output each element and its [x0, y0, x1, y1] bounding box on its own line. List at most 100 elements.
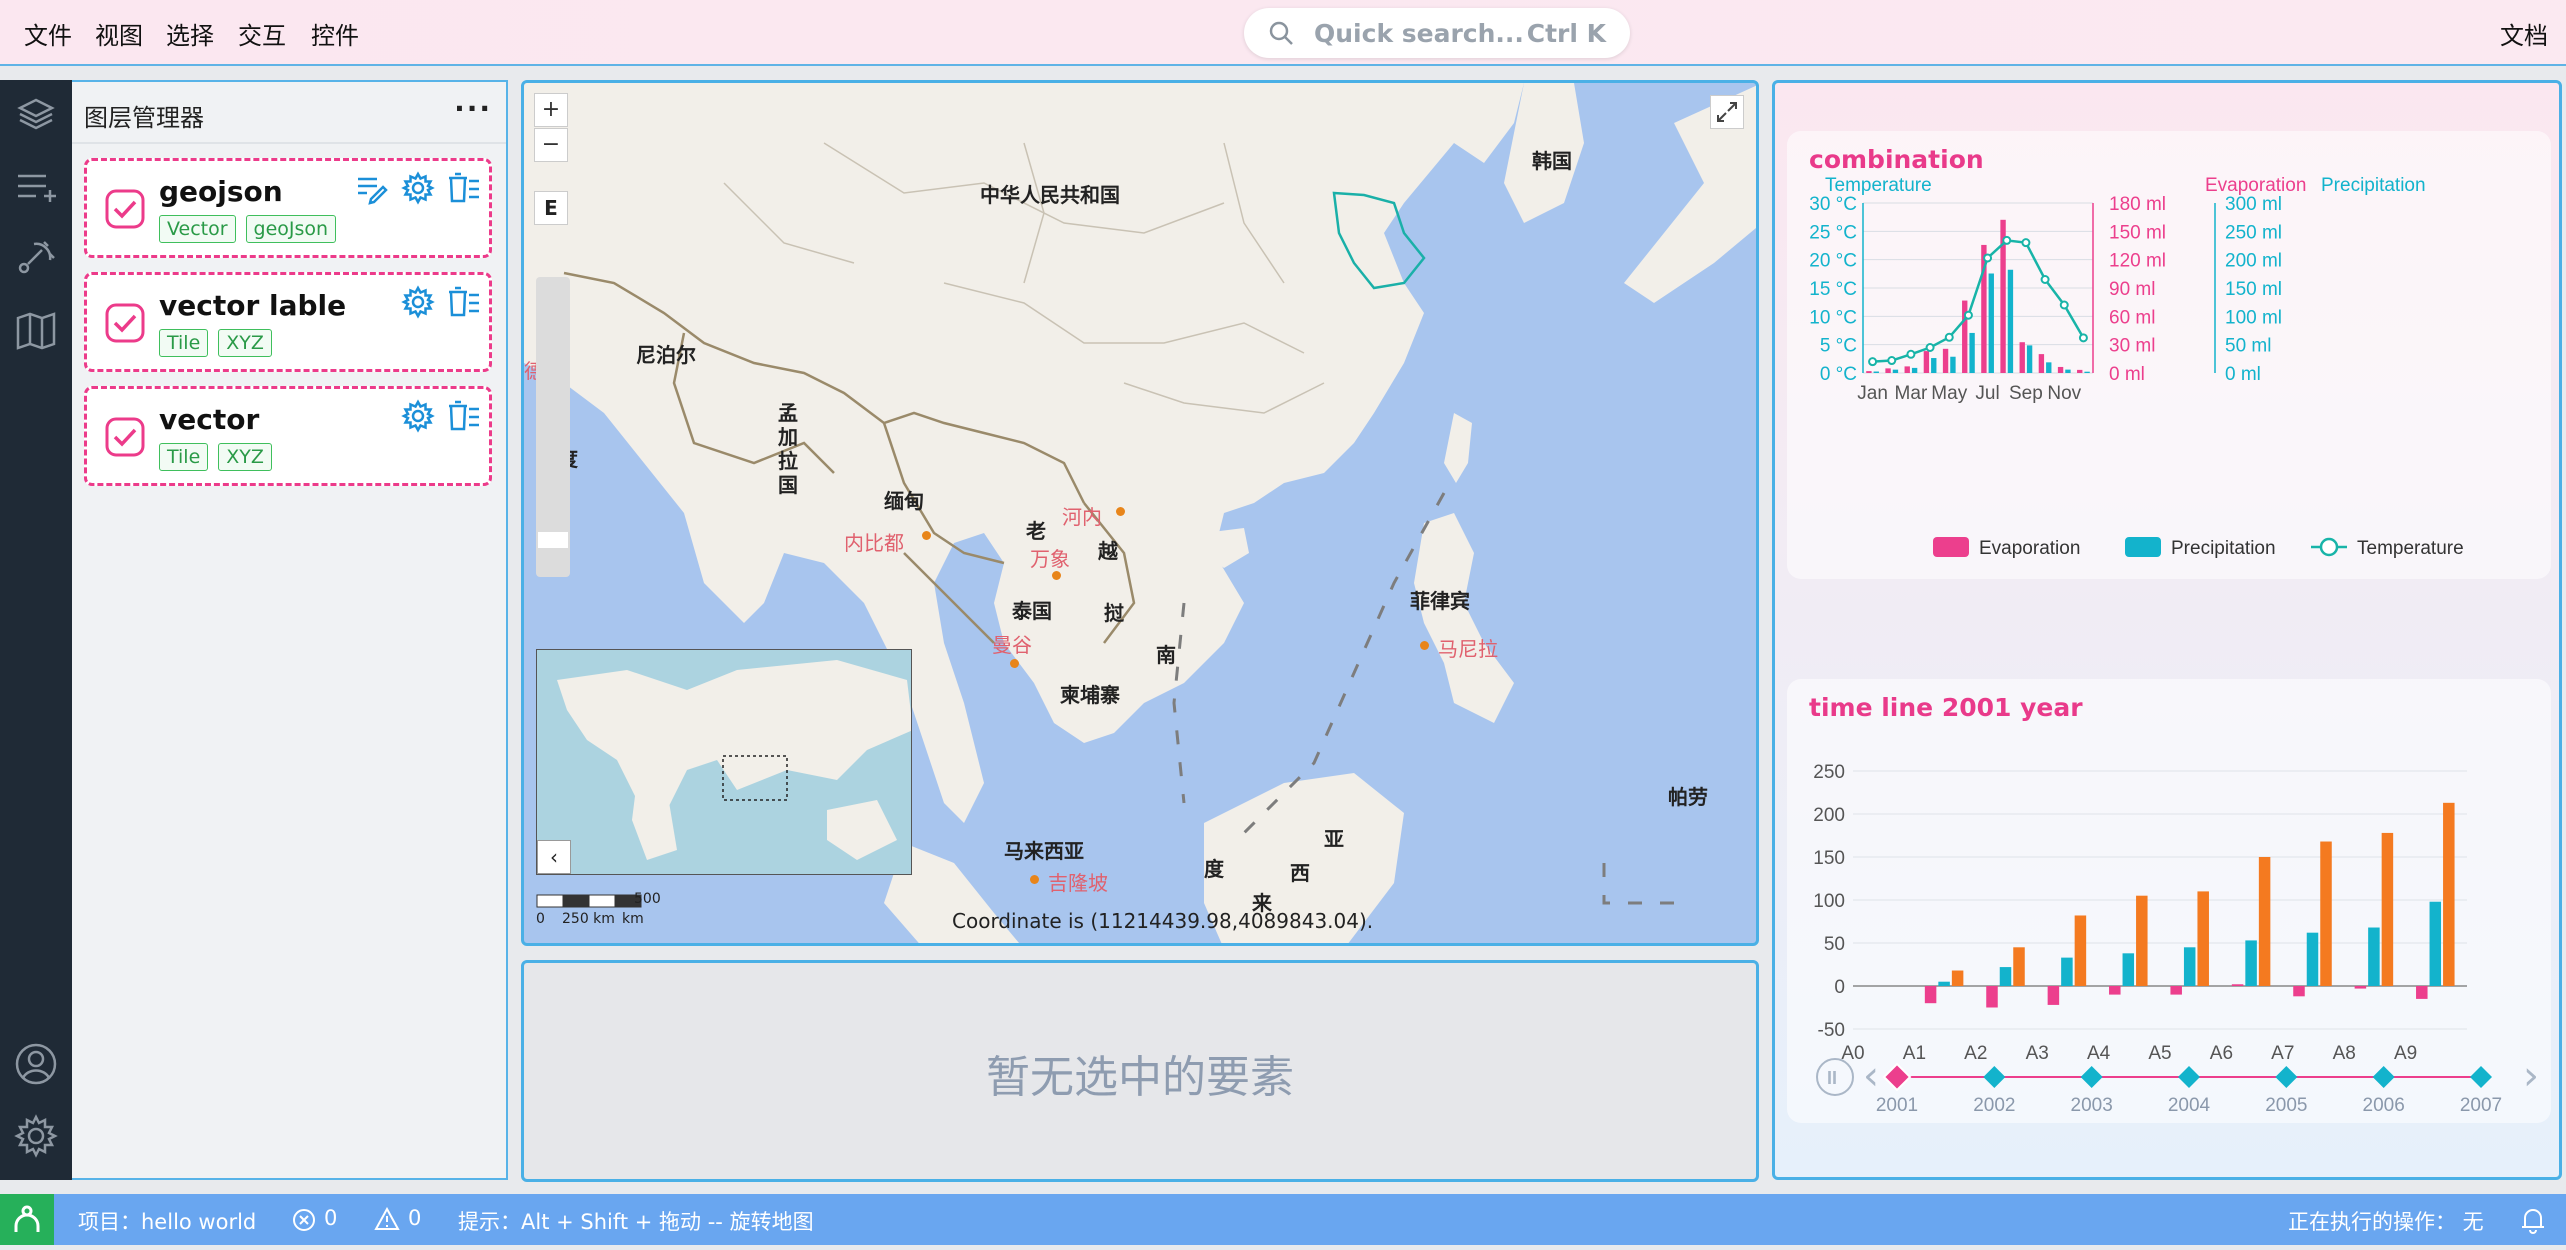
bar-precipitation[interactable]	[1950, 356, 1956, 373]
point-temperature[interactable]	[2059, 300, 2069, 310]
timeline-year-marker[interactable]	[1882, 1062, 1912, 1092]
draw-tools-icon[interactable]	[14, 236, 58, 280]
fullscreen-button[interactable]	[1710, 95, 1744, 129]
bar[interactable]	[2429, 901, 2442, 986]
layer-item-vector[interactable]: vector Tile XYZ	[84, 386, 492, 486]
delete-layer-icon[interactable]	[447, 399, 481, 433]
bar-evaporation[interactable]	[1885, 368, 1891, 373]
rotate-compass-button[interactable]: E	[534, 191, 568, 225]
layer-item-vector-lable[interactable]: vector lable Tile XYZ	[84, 272, 492, 372]
timeline-year-marker[interactable]	[1983, 1066, 2006, 1088]
bar[interactable]	[2354, 986, 2367, 989]
add-list-icon[interactable]	[14, 164, 58, 208]
point-temperature[interactable]	[1906, 349, 1916, 359]
user-icon[interactable]	[14, 1042, 58, 1086]
point-temperature[interactable]	[1887, 356, 1897, 366]
bar[interactable]	[2170, 986, 2182, 995]
zoom-out-button[interactable]: −	[534, 128, 568, 162]
bar[interactable]	[2136, 895, 2148, 986]
quick-search[interactable]: Quick search... Ctrl K	[1244, 8, 1630, 58]
bar[interactable]	[2293, 986, 2305, 997]
notification-bell-icon[interactable]	[2520, 1206, 2546, 1234]
bar[interactable]	[2306, 932, 2319, 986]
bar[interactable]	[2183, 947, 2196, 986]
bar-evaporation[interactable]	[2077, 369, 2083, 373]
bar-precipitation[interactable]	[2007, 269, 2014, 373]
edit-style-icon[interactable]	[355, 171, 389, 205]
bar[interactable]	[2061, 957, 2073, 986]
point-temperature[interactable]	[1963, 310, 1973, 320]
menu-docs[interactable]: 文档	[2500, 16, 2548, 51]
bar[interactable]	[2381, 832, 2394, 986]
zoom-slider-knob[interactable]	[538, 532, 568, 548]
bar-precipitation[interactable]	[2084, 371, 2090, 373]
layer-settings-icon[interactable]	[401, 399, 435, 433]
combination-chart[interactable]: Temperature Evaporation Precipitation 30…	[1787, 131, 2551, 579]
more-menu-button[interactable]: ···	[454, 92, 492, 125]
warning-icon[interactable]	[374, 1207, 400, 1231]
bar-evaporation[interactable]	[2019, 342, 2025, 373]
next-year-button[interactable]: ›	[2523, 1053, 2539, 1099]
legend-swatch-temperature[interactable]	[2319, 537, 2339, 557]
layer-settings-icon[interactable]	[401, 171, 435, 205]
point-temperature[interactable]	[1925, 343, 1935, 352]
point-temperature[interactable]	[2021, 238, 2031, 248]
bar[interactable]	[1938, 981, 1950, 986]
layer-visible-checkbox[interactable]	[105, 417, 145, 457]
bar[interactable]	[1951, 970, 1964, 986]
bar-evaporation[interactable]	[1904, 366, 1910, 373]
timeline-year-marker[interactable]	[2372, 1066, 2395, 1088]
timeline-year-marker[interactable]	[2080, 1066, 2103, 1088]
menu-interact[interactable]: 交互	[238, 16, 286, 51]
zoom-slider[interactable]	[536, 277, 570, 577]
bar-evaporation[interactable]	[2038, 354, 2045, 373]
bar[interactable]	[1924, 986, 1937, 1004]
legend-swatch-precipitation[interactable]	[2125, 537, 2161, 557]
menu-controls[interactable]: 控件	[311, 16, 359, 51]
bar[interactable]	[1999, 967, 2012, 986]
delete-layer-icon[interactable]	[447, 171, 481, 205]
delete-layer-icon[interactable]	[447, 285, 481, 319]
bar[interactable]	[2231, 984, 2244, 986]
settings-gear-icon[interactable]	[14, 1114, 58, 1158]
bar-precipitation[interactable]	[1931, 358, 1937, 373]
error-icon[interactable]	[292, 1208, 316, 1232]
bar[interactable]	[2258, 857, 2271, 986]
bar-precipitation[interactable]	[1969, 332, 1975, 373]
legend-swatch-evaporation[interactable]	[1933, 537, 1969, 557]
menu-select[interactable]: 选择	[166, 16, 214, 51]
bar-evaporation[interactable]	[1942, 348, 1949, 373]
point-temperature[interactable]	[1983, 253, 1993, 263]
bar[interactable]	[2013, 947, 2025, 986]
bar[interactable]	[2109, 986, 2121, 995]
bar[interactable]	[2122, 953, 2135, 986]
bar-precipitation[interactable]	[1911, 367, 1918, 373]
map-view[interactable]: 中华人民共和国 韩国 尼泊尔 印度 孟加拉国 缅甸 老 越 泰国 挝 南 柬埔寨…	[521, 80, 1759, 946]
remote-connection-button[interactable]	[0, 1194, 54, 1245]
point-temperature[interactable]	[1868, 357, 1878, 367]
bar[interactable]	[2443, 802, 2455, 986]
timeline-chart[interactable]: 250200150100500-50A0 A1 A2 A3 A4 A5 A6 A7 A8 A9 I…	[1787, 679, 2551, 1123]
point-temperature[interactable]	[2078, 333, 2088, 343]
bar[interactable]	[2416, 986, 2428, 999]
layer-visible-checkbox[interactable]	[105, 303, 145, 343]
zoom-in-button[interactable]: +	[534, 93, 568, 127]
bar[interactable]	[2047, 986, 2060, 1005]
point-temperature[interactable]	[2002, 235, 2012, 245]
point-temperature[interactable]	[2040, 275, 2050, 284]
bar[interactable]	[2368, 927, 2380, 986]
layer-settings-icon[interactable]	[401, 285, 435, 319]
bar-precipitation[interactable]	[1892, 369, 1899, 373]
overview-map[interactable]: ‹	[536, 649, 912, 875]
bar[interactable]	[2245, 940, 2257, 986]
bar-precipitation[interactable]	[1873, 371, 1879, 373]
map-icon[interactable]	[14, 308, 58, 352]
point-temperature[interactable]	[1944, 332, 1954, 342]
menu-view[interactable]: 视图	[95, 16, 143, 51]
bar-evaporation[interactable]	[1923, 351, 1930, 373]
overview-toggle-button[interactable]: ‹	[537, 840, 571, 874]
bar[interactable]	[1986, 986, 1998, 1008]
timeline-year-marker[interactable]	[2470, 1066, 2492, 1088]
layers-icon[interactable]	[14, 92, 58, 136]
bar[interactable]	[2074, 915, 2087, 986]
